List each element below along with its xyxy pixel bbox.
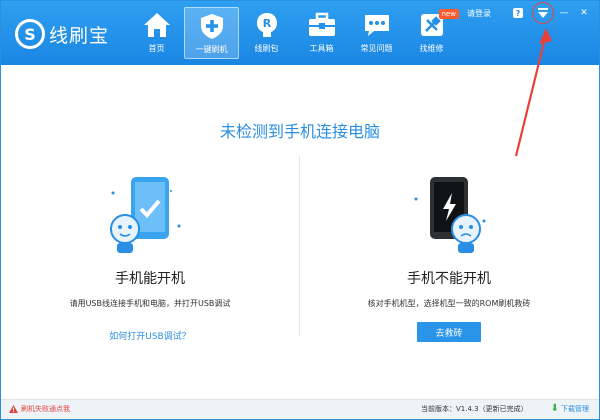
nav-toolbox[interactable]: 工具箱 bbox=[294, 7, 349, 59]
version-text: 当前版本：V1.4.3（更新已完成） bbox=[421, 405, 528, 413]
cannot-boot-desc: 核对手机机型，选择机型一致的ROM刷机救砖 bbox=[367, 299, 531, 308]
rom-package-icon: R bbox=[252, 11, 282, 39]
help-icon[interactable]: ? bbox=[513, 8, 523, 18]
nav-label: 线刷包 bbox=[254, 44, 279, 53]
nav-faq[interactable]: 常见问题 bbox=[349, 7, 404, 59]
login-link[interactable]: 请登录 bbox=[467, 8, 491, 19]
panel-can-boot: 手机能开机 请用USB线连接手机和电脑，并打开USB调试 如何打开USB调试？ bbox=[1, 171, 299, 342]
can-boot-title: 手机能开机 bbox=[115, 271, 185, 287]
warning-icon bbox=[9, 405, 18, 413]
nav-label: 找维修 bbox=[419, 44, 444, 53]
main-nav: 首页 一键刷机 R 线刷包 工具箱 常见问题 找维修 new bbox=[129, 7, 459, 59]
phone-dead-illustration bbox=[394, 171, 504, 256]
app-name: 线刷宝 bbox=[49, 24, 110, 47]
nav-repair[interactable]: 找维修 new bbox=[404, 7, 459, 59]
can-boot-desc: 请用USB线连接手机和电脑，并打开USB调试 bbox=[69, 299, 231, 308]
nav-label: 常见问题 bbox=[360, 44, 393, 53]
nav-rom-package[interactable]: R 线刷包 bbox=[239, 7, 294, 59]
minimize-button[interactable]: — bbox=[557, 6, 571, 20]
new-badge: new bbox=[438, 9, 459, 19]
app-logo: S 线刷宝 bbox=[15, 19, 109, 49]
panel-cannot-boot: 手机不能开机 核对手机机型，选择机型一致的ROM刷机救砖 去救砖 bbox=[300, 171, 598, 342]
download-label: 下载管理 bbox=[561, 404, 589, 413]
svg-text:R: R bbox=[262, 17, 271, 30]
nav-label: 首页 bbox=[148, 44, 165, 53]
app-window: S 线刷宝 首页 一键刷机 R 线刷包 工具箱 常见问题 找维修 new 请登录… bbox=[0, 0, 600, 420]
annotation-arrow bbox=[514, 28, 552, 157]
shield-plus-icon bbox=[197, 12, 227, 40]
window-controls: 请登录 ? — ✕ bbox=[467, 2, 591, 24]
report-label: 刷机失败通点我 bbox=[21, 405, 70, 413]
chat-icon bbox=[362, 11, 392, 39]
download-manager-link[interactable]: ⬇ 下载管理 bbox=[551, 403, 589, 414]
usb-debug-help-link[interactable]: 如何打开USB调试？ bbox=[109, 329, 190, 342]
rescue-button[interactable]: 去救砖 bbox=[417, 322, 481, 342]
nav-label: 一键刷机 bbox=[195, 45, 228, 54]
menu-dropdown-button[interactable] bbox=[532, 2, 554, 24]
flash-failure-report-link[interactable]: 刷机失败通点我 bbox=[9, 404, 70, 414]
home-icon bbox=[142, 11, 172, 39]
close-button[interactable]: ✕ bbox=[577, 6, 591, 20]
nav-one-click-flash[interactable]: 一键刷机 bbox=[184, 7, 239, 59]
cannot-boot-title: 手机不能开机 bbox=[407, 271, 491, 287]
download-icon: ⬇ bbox=[550, 403, 559, 414]
nav-label: 工具箱 bbox=[309, 44, 334, 53]
toolbox-icon bbox=[307, 11, 337, 39]
status-bar: 刷机失败通点我 当前版本：V1.4.3（更新已完成） ⬇ 下载管理 bbox=[1, 399, 599, 419]
phone-check-illustration bbox=[95, 171, 205, 256]
nav-home[interactable]: 首页 bbox=[129, 7, 184, 59]
logo-icon: S bbox=[15, 19, 45, 49]
highlight-circle bbox=[532, 2, 554, 24]
